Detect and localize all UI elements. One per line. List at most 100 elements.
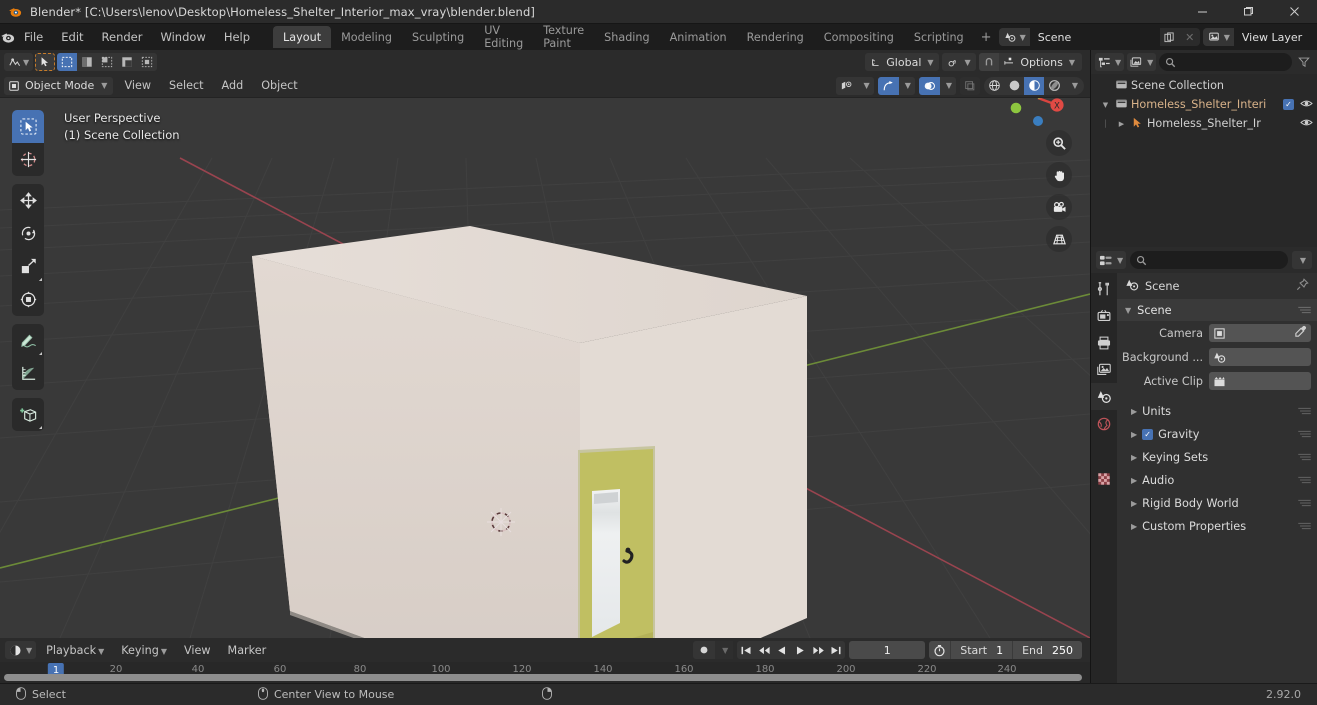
next-keyframe-button[interactable] (809, 641, 827, 659)
play-reverse-button[interactable] (773, 641, 791, 659)
chevron-right-icon[interactable]: ▶ (1131, 499, 1137, 508)
background-scene-field[interactable] (1209, 348, 1311, 366)
object-visibility-icon[interactable] (836, 77, 858, 95)
cursor-select-mode-button[interactable] (35, 53, 56, 71)
shading-dropdown-caret[interactable]: ▼ (1064, 77, 1084, 95)
scene-selector[interactable]: ▼ Scene ✕ (998, 28, 1200, 46)
timeline-editor-type-button[interactable]: ▼ (5, 641, 37, 659)
audio-section[interactable]: ▶ Audio (1117, 469, 1317, 492)
timeline-horizontal-scrollbar[interactable] (4, 674, 1082, 681)
tab-compositing[interactable]: Compositing (814, 26, 904, 48)
properties-editor-type-button[interactable]: ▼ (1096, 251, 1127, 269)
select-invert-icon[interactable] (117, 53, 137, 71)
viewport-menu-view[interactable]: View (117, 77, 158, 94)
scene-name[interactable]: Scene (1029, 28, 1160, 46)
tab-shading[interactable]: Shading (594, 26, 659, 48)
keying-sets-section[interactable]: ▶ Keying Sets (1117, 446, 1317, 469)
camera-icon[interactable] (1046, 194, 1072, 220)
menu-file[interactable]: File (15, 27, 52, 47)
disclosure-triangle-icon[interactable]: ▼ (1099, 101, 1112, 109)
menu-window[interactable]: Window (151, 27, 214, 47)
chevron-right-icon[interactable]: ▶ (1131, 430, 1137, 439)
rigid-body-world-section[interactable]: ▶ Rigid Body World (1117, 492, 1317, 515)
show-gizmo-icon[interactable] (877, 76, 899, 95)
tweak-select-tool-icon[interactable] (12, 110, 44, 143)
properties-search-input[interactable] (1130, 251, 1288, 269)
maximize-button[interactable] (1225, 0, 1271, 24)
timeline-playback-menu[interactable]: Playback ▼ (39, 642, 111, 659)
eye-icon[interactable] (1300, 98, 1313, 112)
auto-keying-icon[interactable] (693, 641, 715, 659)
custom-properties-section[interactable]: ▶ Custom Properties (1117, 515, 1317, 538)
viewport-menu-add[interactable]: Add (215, 77, 251, 94)
options-dropdown[interactable]: Options ▼ (1013, 53, 1082, 71)
render-properties-tab[interactable] (1091, 302, 1117, 329)
object-mode-dropdown[interactable]: Object Mode ▼ (4, 76, 114, 95)
outliner-filter-icon[interactable] (1295, 56, 1313, 68)
transform-tool-icon[interactable] (12, 283, 44, 316)
gravity-checkbox[interactable]: ✓ (1142, 429, 1154, 440)
tab-layout[interactable]: Layout (273, 26, 332, 48)
add-workspace-button[interactable]: + (974, 27, 999, 48)
output-properties-tab[interactable] (1091, 329, 1117, 356)
pivot-point-dropdown[interactable]: ▼ (941, 53, 976, 71)
show-overlays-icon[interactable] (918, 76, 940, 95)
outliner-row-object[interactable]: │ ▶ Homeless_Shelter_Ir (1091, 114, 1317, 133)
play-button[interactable] (791, 641, 809, 659)
outliner-row-scene-collection[interactable]: Scene Collection (1091, 76, 1317, 95)
tab-sculpting[interactable]: Sculpting (402, 26, 474, 48)
snap-magnet-icon[interactable] (978, 53, 999, 71)
texture-properties-tab[interactable] (1091, 465, 1117, 492)
visibility-dropdown-caret[interactable]: ▼ (858, 77, 874, 95)
panel-disclosure-icon[interactable]: ▼ (1125, 306, 1131, 315)
end-frame-value[interactable]: 250 (1050, 644, 1082, 657)
select-extend-icon[interactable] (77, 53, 97, 71)
tab-scripting[interactable]: Scripting (904, 26, 974, 48)
timeline-ruler[interactable]: 1 20 40 60 80 100 120 140 160 180 200 22… (0, 662, 1090, 683)
prev-keyframe-button[interactable] (755, 641, 773, 659)
chevron-right-icon[interactable]: ▶ (1131, 453, 1137, 462)
pan-icon[interactable] (1046, 162, 1072, 188)
move-tool-icon[interactable] (12, 184, 44, 217)
tab-uv-editing[interactable]: UV Editing (474, 24, 533, 50)
new-scene-button[interactable] (1160, 28, 1180, 46)
timeline-view-menu[interactable]: View (177, 642, 218, 659)
xray-toggle-button[interactable] (960, 76, 980, 95)
camera-field[interactable] (1209, 324, 1311, 342)
timeline-marker-menu[interactable]: Marker (221, 642, 274, 659)
viewport-menu-select[interactable]: Select (162, 77, 211, 94)
tab-texture-paint[interactable]: Texture Paint (533, 24, 594, 50)
outliner-display-mode-button[interactable]: ▼ (1127, 53, 1157, 71)
disclosure-triangle-icon[interactable]: ▶ (1115, 120, 1128, 128)
select-intersect-icon[interactable] (137, 53, 157, 71)
jump-to-end-button[interactable] (827, 641, 845, 659)
add-cube-tool-icon[interactable] (12, 398, 44, 431)
gizmo-dropdown-caret[interactable]: ▼ (899, 77, 915, 95)
eyedropper-icon[interactable] (1294, 325, 1307, 341)
select-box-icon[interactable] (57, 53, 78, 71)
eye-icon[interactable] (1300, 117, 1313, 131)
unlink-scene-button[interactable]: ✕ (1180, 28, 1200, 46)
start-frame-value[interactable]: 1 (994, 644, 1012, 657)
zoom-icon[interactable] (1046, 130, 1072, 156)
tab-animation[interactable]: Animation (660, 26, 737, 48)
blender-menu-icon[interactable] (0, 30, 15, 45)
current-frame-field[interactable]: 1 (849, 641, 926, 659)
units-section[interactable]: ▶ Units (1117, 400, 1317, 423)
rotate-tool-icon[interactable] (12, 217, 44, 250)
active-clip-field[interactable] (1209, 372, 1311, 390)
viewlayer-icon[interactable]: ▼ (1202, 28, 1234, 46)
overlays-dropdown-caret[interactable]: ▼ (940, 77, 956, 95)
viewport-canvas[interactable] (0, 98, 1090, 638)
pin-icon[interactable] (1296, 278, 1309, 294)
tab-rendering[interactable]: Rendering (737, 26, 814, 48)
viewlayer-properties-tab[interactable] (1091, 356, 1117, 383)
minimize-button[interactable] (1179, 0, 1225, 24)
material-preview-shading-icon[interactable] (1024, 76, 1044, 95)
ortho-persp-icon[interactable] (1046, 226, 1072, 252)
cursor-tool-icon[interactable] (12, 143, 44, 176)
menu-help[interactable]: Help (215, 27, 259, 47)
tool-properties-tab[interactable] (1091, 275, 1117, 302)
chevron-right-icon[interactable]: ▶ (1131, 407, 1137, 416)
outliner-row-collection[interactable]: ▼ Homeless_Shelter_Interi ✓ (1091, 95, 1317, 114)
